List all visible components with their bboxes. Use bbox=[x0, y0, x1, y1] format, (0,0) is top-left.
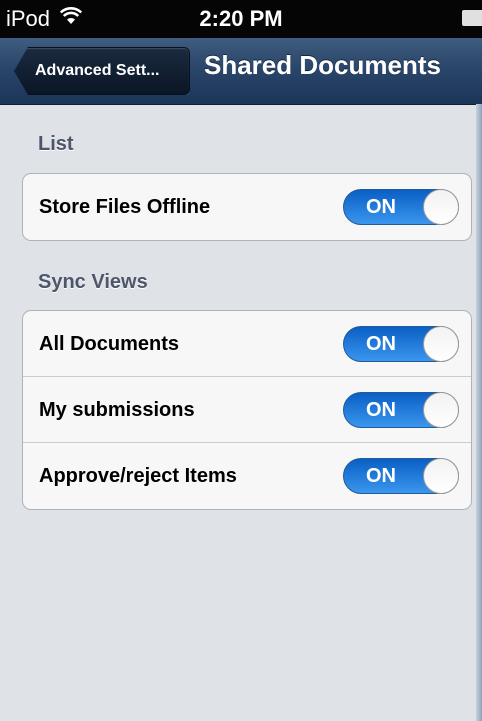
toggle-knob bbox=[423, 392, 459, 428]
list-settings-group: Store Files Offline ON bbox=[22, 173, 472, 241]
all-documents-toggle[interactable]: ON bbox=[343, 326, 459, 362]
status-bar: iPod 2:20 PM bbox=[0, 0, 482, 38]
toggle-knob bbox=[423, 458, 459, 494]
section-header-sync-views: Sync Views bbox=[38, 271, 148, 293]
setting-label: All Documents bbox=[39, 333, 180, 355]
setting-row-my-submissions: My submissions ON bbox=[23, 377, 471, 443]
setting-label: My submissions bbox=[39, 399, 195, 421]
page-title: Shared Documents bbox=[204, 50, 441, 80]
toggle-state: ON bbox=[366, 399, 396, 421]
section-header-list: List bbox=[38, 133, 74, 155]
battery-icon bbox=[462, 10, 482, 26]
toggle-state: ON bbox=[366, 465, 396, 487]
sync-views-group: All Documents ON My submissions ON Appro… bbox=[22, 310, 472, 510]
setting-row-all-documents: All Documents ON bbox=[23, 311, 471, 377]
toggle-knob bbox=[423, 189, 459, 225]
approve-reject-items-toggle[interactable]: ON bbox=[343, 458, 459, 494]
store-files-offline-toggle[interactable]: ON bbox=[343, 189, 459, 225]
status-time: 2:20 PM bbox=[199, 6, 283, 31]
setting-row-approve-reject-items: Approve/reject Items ON bbox=[23, 443, 471, 509]
toggle-knob bbox=[423, 326, 459, 362]
my-submissions-toggle[interactable]: ON bbox=[343, 392, 459, 428]
toggle-state: ON bbox=[366, 333, 396, 355]
setting-label: Approve/reject Items bbox=[39, 465, 237, 487]
setting-label: Store Files Offline bbox=[39, 196, 211, 218]
back-button[interactable]: Advanced Sett... bbox=[14, 47, 190, 95]
navigation-bar: Advanced Sett... Shared Documents bbox=[0, 38, 482, 105]
setting-row-store-files-offline: Store Files Offline ON bbox=[23, 174, 471, 240]
toggle-state: ON bbox=[366, 196, 396, 218]
window-edge bbox=[476, 104, 482, 721]
